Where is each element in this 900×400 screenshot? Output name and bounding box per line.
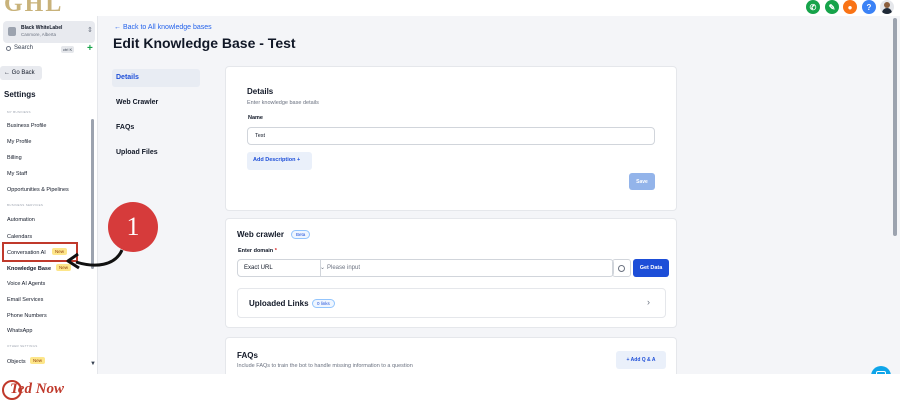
sidebar-item-business-profile[interactable]: Business Profile (7, 123, 46, 129)
save-button[interactable]: Save (629, 173, 655, 190)
notification-icon[interactable]: ● (843, 0, 857, 14)
sidebar-item-billing[interactable]: Billing (7, 155, 22, 161)
add-qa-button[interactable]: + Add Q & A (616, 351, 666, 369)
url-type-value: Exact URL (244, 265, 273, 271)
footer-logo-text: Ted Now (10, 381, 65, 397)
back-to-knowledge-bases-link[interactable]: ← Back to All knowledge bases (114, 24, 212, 31)
sidebar-item-label: Opportunities & Pipelines (7, 187, 69, 193)
new-badge: New (30, 357, 46, 364)
sidebar-item-automation[interactable]: Automation (7, 217, 35, 223)
avatar[interactable] (880, 0, 894, 14)
sidebar-item-whatsapp[interactable]: WhatsApp (7, 328, 32, 334)
add-description-button[interactable]: Add Description + (247, 152, 312, 170)
location-icon (8, 27, 16, 36)
sidebar-item-calendars[interactable]: Calendars (7, 234, 32, 240)
uploaded-links-panel[interactable]: Uploaded Links 0 links › (237, 288, 666, 318)
url-type-select[interactable]: Exact URL ⌄ (237, 259, 325, 277)
sidebar-item-opportunities-pipelines[interactable]: Opportunities & Pipelines (7, 187, 69, 193)
sidebar-item-label: Business Profile (7, 123, 47, 129)
details-subheading: Enter knowledge base details (247, 100, 319, 106)
name-label: Name (248, 115, 263, 121)
faqs-card: FAQs Include FAQs to train the bot to ha… (225, 337, 677, 377)
required-marker: * (274, 248, 277, 254)
sidebar-item-email-services[interactable]: Email Services (7, 297, 43, 303)
links-count-badge: 0 links (312, 299, 335, 308)
sidebar-item-label: Email Services (7, 297, 44, 303)
faqs-heading: FAQs (237, 351, 258, 360)
page-title: Edit Knowledge Base - Test (113, 35, 296, 51)
search-shortcut: ctrl K (61, 46, 75, 53)
scroll-down-icon[interactable]: ▼ (90, 361, 96, 367)
search-icon (6, 46, 11, 51)
bottom-bar (0, 374, 900, 400)
schedule-button[interactable] (612, 259, 631, 277)
sidebar-item-phone-numbers[interactable]: Phone Numbers (7, 313, 47, 319)
web-crawler-heading: Web crawler (237, 230, 284, 239)
sidebar-item-my-staff[interactable]: My Staff (7, 171, 27, 177)
uploaded-links-title: Uploaded Links (249, 299, 309, 308)
beta-badge: Beta (291, 230, 311, 239)
location-address: Canmore, Alberta (21, 32, 57, 37)
footer-logo: Ted Now (0, 378, 70, 400)
sidebar-item-label: Billing (7, 155, 22, 161)
sidebar-item-voice-ai-agents[interactable]: Voice AI Agents (7, 281, 45, 287)
tab-upload-files[interactable]: Upload Files (112, 144, 200, 162)
domain-label-text: Enter domain (238, 248, 274, 254)
sidebar-item-label: Objects (7, 359, 26, 365)
web-crawler-card: Web crawler Beta Enter domain * Exact UR… (225, 218, 677, 328)
tab-details[interactable]: Details (112, 69, 200, 87)
sidebar-item-objects[interactable]: Objects (7, 359, 26, 365)
sidebar-item-label: My Staff (7, 171, 28, 177)
quick-add-icon[interactable]: + (87, 43, 93, 54)
section-label: OTHER SETTINGS (7, 344, 38, 348)
clock-icon (618, 265, 625, 272)
tab-web-crawler[interactable]: Web Crawler (112, 94, 200, 112)
step-number-badge: 1 (108, 202, 158, 252)
chevron-updown-icon: ⇕ (87, 27, 93, 34)
details-card: Details Enter knowledge base details Nam… (225, 66, 677, 211)
sidebar-item-knowledge-base[interactable]: Knowledge Base (7, 266, 51, 272)
sidebar: Black WhiteLabel Canmore, Alberta ⇕ Sear… (0, 16, 98, 374)
sidebar-item-label: Phone Numbers (7, 313, 47, 319)
main-scrollbar[interactable] (893, 18, 897, 236)
get-data-button[interactable]: Get Data (633, 259, 669, 277)
settings-title: Settings (4, 90, 36, 99)
top-bar: GHL (0, 0, 900, 17)
phone-icon[interactable]: ✆ (806, 0, 820, 14)
name-input[interactable]: Test (247, 127, 655, 145)
sidebar-item-label: WhatsApp (7, 328, 33, 334)
search-label: Search (14, 45, 34, 51)
section-label: BUSINESS SERVICES (7, 203, 44, 207)
section-label: MY BUSINESS (7, 110, 31, 114)
location-switcher[interactable]: Black WhiteLabel Canmore, Alberta ⇕ (3, 21, 95, 43)
sidebar-item-my-profile[interactable]: My Profile (7, 139, 31, 145)
location-name: Black WhiteLabel (21, 25, 63, 31)
megaphone-icon[interactable]: ✎ (825, 0, 839, 14)
domain-label: Enter domain * (238, 248, 277, 254)
details-heading: Details (247, 87, 274, 96)
sidebar-item-label: Voice AI Agents (7, 281, 46, 287)
sidebar-item-label: My Profile (7, 139, 32, 145)
domain-input[interactable]: Please input (320, 259, 614, 277)
tab-faqs[interactable]: FAQs (112, 119, 200, 137)
sidebar-item-label: Calendars (7, 234, 33, 240)
chevron-right-icon: › (647, 297, 650, 307)
help-icon[interactable]: ? (862, 0, 876, 14)
faqs-subheading: Include FAQs to train the bot to handle … (237, 363, 413, 369)
sidebar-item-label: Automation (7, 217, 35, 223)
sidebar-search[interactable]: Search ctrl K + (3, 43, 95, 55)
go-back-button[interactable]: ← Go Back (0, 66, 42, 80)
sidebar-item-label: Knowledge Base (7, 266, 52, 272)
